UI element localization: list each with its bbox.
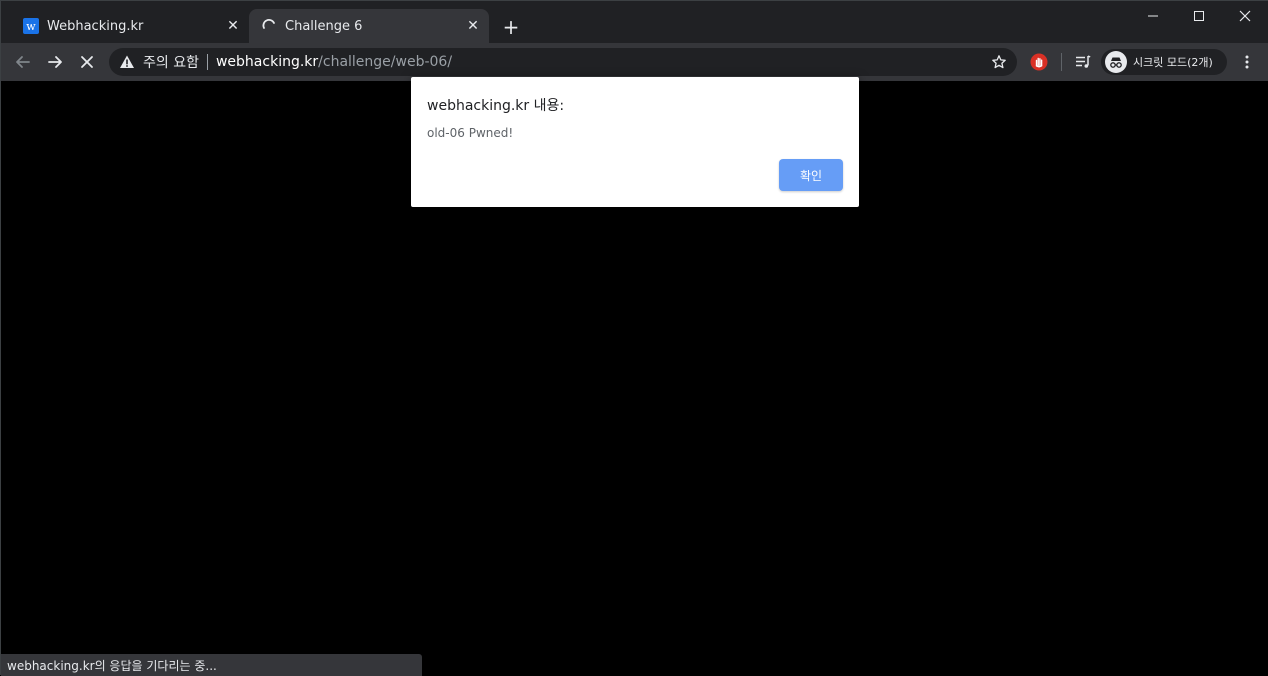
close-icon[interactable] — [1221, 1, 1268, 31]
incognito-profile-button[interactable]: 시크릿 모드(2개) — [1101, 49, 1227, 75]
browser-window: w Webhacking.kr ✕ Challenge 6 ✕ + 주의 요함 … — [0, 0, 1268, 676]
new-tab-button[interactable]: + — [499, 15, 523, 39]
address-bar[interactable]: 주의 요함 webhacking.kr/challenge/web-06/ — [109, 48, 1017, 76]
extension-stop-hand-icon[interactable] — [1027, 50, 1051, 74]
kebab-menu-icon[interactable] — [1235, 50, 1259, 74]
tab-close-icon[interactable]: ✕ — [223, 16, 243, 36]
media-queue-icon[interactable] — [1071, 50, 1095, 74]
status-bar: webhacking.kr의 응답을 기다리는 중... — [1, 654, 422, 676]
back-arrow-icon[interactable] — [11, 50, 35, 74]
security-warning-label[interactable]: 주의 요함 — [143, 52, 199, 72]
maximize-icon[interactable] — [1175, 1, 1223, 31]
toolbar: 주의 요함 webhacking.kr/challenge/web-06/ 시크… — [1, 43, 1268, 81]
dialog-message: old-06 Pwned! — [427, 126, 514, 140]
svg-text:w: w — [26, 20, 36, 33]
tab-title: Challenge 6 — [285, 18, 363, 34]
tab-challenge-6[interactable]: Challenge 6 ✕ — [249, 9, 489, 43]
tab-close-icon[interactable]: ✕ — [463, 16, 483, 36]
ok-button[interactable]: 확인 — [779, 159, 843, 191]
dialog-title: webhacking.kr 내용: — [427, 98, 565, 114]
omnibox-divider — [206, 54, 208, 70]
toolbar-divider — [1061, 53, 1062, 71]
tab-strip: w Webhacking.kr ✕ Challenge 6 ✕ + — [1, 1, 1268, 43]
incognito-label: 시크릿 모드(2개) — [1133, 56, 1213, 69]
url-path: /challenge/web-06/ — [318, 54, 453, 70]
webhacking-w-icon: w — [23, 18, 39, 34]
loading-spinner-icon — [261, 18, 277, 34]
url-host: webhacking.kr — [215, 54, 319, 70]
stop-loading-icon[interactable] — [75, 50, 99, 74]
warning-triangle-icon[interactable] — [119, 54, 135, 70]
minimize-icon[interactable] — [1129, 1, 1177, 31]
incognito-icon — [1105, 51, 1127, 73]
forward-arrow-icon[interactable] — [43, 50, 67, 74]
bookmark-star-icon[interactable] — [991, 54, 1007, 70]
alert-dialog: webhacking.kr 내용: old-06 Pwned! 확인 — [411, 77, 859, 207]
tab-title: Webhacking.kr — [47, 18, 144, 34]
tab-webhacking[interactable]: w Webhacking.kr ✕ — [11, 9, 249, 43]
